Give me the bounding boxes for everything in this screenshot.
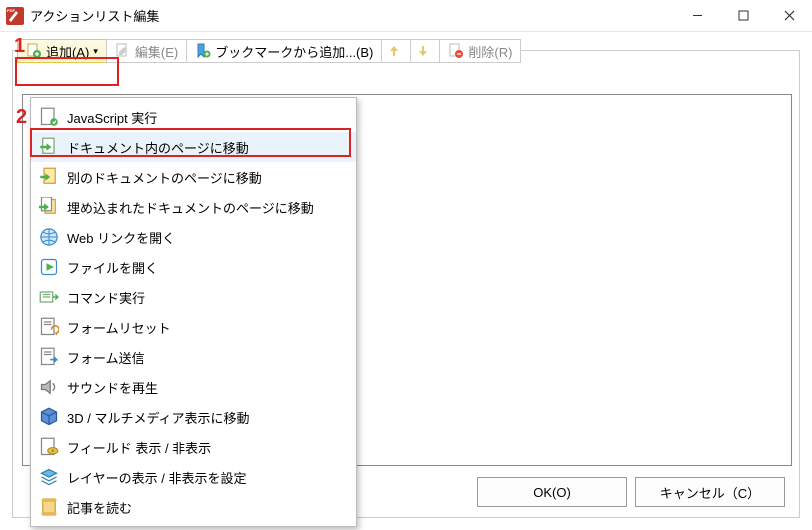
minimize-button[interactable]	[674, 0, 720, 32]
svg-text:PDF: PDF	[7, 8, 16, 13]
menu-item-field-visibility[interactable]: フィールド 表示 / 非表示	[31, 432, 356, 462]
menu-item-form-reset[interactable]: フォームリセット	[31, 312, 356, 342]
menu-item-label: フィールド 表示 / 非表示	[67, 438, 211, 457]
menu-item-run-command[interactable]: コマンド実行	[31, 282, 356, 312]
chevron-down-icon: ▾	[93, 46, 98, 57]
menu-item-label: Web リンクを開く	[67, 228, 175, 247]
field-eye-icon	[39, 437, 59, 457]
add-from-bookmark-label: ブックマークから追加...(B)	[215, 42, 373, 61]
form-reset-icon	[39, 317, 59, 337]
menu-item-label: 埋め込まれたドキュメントのページに移動	[67, 198, 314, 217]
pencil-page-icon	[115, 43, 131, 59]
move-up-button[interactable]	[381, 39, 410, 63]
menu-item-label: フォームリセット	[67, 318, 171, 337]
app-icon: PDF	[6, 7, 24, 25]
menu-item-form-submit[interactable]: フォーム送信	[31, 342, 356, 372]
menu-item-label: レイヤーの表示 / 非表示を設定	[67, 468, 246, 487]
titlebar: PDF アクションリスト編集	[0, 0, 812, 32]
menu-item-goto-embedded-doc[interactable]: 埋め込まれたドキュメントのページに移動	[31, 192, 356, 222]
menu-item-open-file[interactable]: ファイルを開く	[31, 252, 356, 282]
menu-item-goto-page-other-doc[interactable]: 別のドキュメントのページに移動	[31, 162, 356, 192]
cube-icon	[39, 407, 59, 427]
form-submit-icon	[39, 347, 59, 367]
menu-item-label: フォーム送信	[67, 348, 145, 367]
script-icon	[39, 107, 59, 127]
close-button[interactable]	[766, 0, 812, 32]
delete-button[interactable]: 削除(R)	[439, 39, 521, 63]
globe-icon	[39, 227, 59, 247]
delete-button-label: 削除(R)	[468, 42, 512, 61]
menu-item-play-sound[interactable]: サウンドを再生	[31, 372, 356, 402]
menu-item-read-article[interactable]: 記事を読む	[31, 492, 356, 522]
arrow-down-icon	[415, 43, 431, 59]
menu-item-label: 別のドキュメントのページに移動	[67, 168, 262, 187]
menu-item-label: サウンドを再生	[67, 378, 158, 397]
menu-item-open-weblink[interactable]: Web リンクを開く	[31, 222, 356, 252]
menu-item-goto-page-in-doc[interactable]: ドキュメント内のページに移動	[31, 132, 356, 162]
edit-button[interactable]: 編集(E)	[106, 39, 186, 63]
arrow-up-icon	[386, 43, 402, 59]
menu-item-layer-visibility[interactable]: レイヤーの表示 / 非表示を設定	[31, 462, 356, 492]
menu-item-label: コマンド実行	[67, 288, 145, 307]
cancel-button[interactable]: キャンセル（C）	[635, 477, 785, 507]
doc-go-icon	[39, 167, 59, 187]
maximize-button[interactable]	[720, 0, 766, 32]
menu-item-run-javascript[interactable]: JavaScript 実行	[31, 102, 356, 132]
bookmark-plus-icon	[195, 43, 211, 59]
menu-item-label: 記事を読む	[67, 498, 132, 517]
dialog-buttons: OK(O) キャンセル（C）	[477, 477, 785, 507]
plus-page-icon	[26, 43, 42, 59]
menu-item-goto-3d-view[interactable]: 3D / マルチメディア表示に移動	[31, 402, 356, 432]
menu-item-label: JavaScript 実行	[67, 108, 157, 127]
add-from-bookmark-button[interactable]: ブックマークから追加...(B)	[186, 39, 381, 63]
scroll-icon	[39, 497, 59, 517]
add-action-menu: JavaScript 実行 ドキュメント内のページに移動 別のドキュメントのペー…	[30, 97, 357, 527]
toolbar: 追加(A) ▾ 編集(E) ブックマークから追加...(B)	[17, 39, 521, 63]
play-file-icon	[39, 257, 59, 277]
add-button-label: 追加(A)	[46, 42, 89, 61]
minus-page-icon	[448, 43, 464, 59]
command-icon	[39, 287, 59, 307]
edit-button-label: 編集(E)	[135, 42, 178, 61]
menu-item-label: 3D / マルチメディア表示に移動	[67, 408, 250, 427]
speaker-icon	[39, 377, 59, 397]
layers-icon	[39, 467, 59, 487]
menu-item-label: ファイルを開く	[67, 258, 158, 277]
embedded-doc-icon	[39, 197, 59, 217]
menu-item-label: ドキュメント内のページに移動	[67, 138, 249, 157]
ok-button[interactable]: OK(O)	[477, 477, 627, 507]
add-button[interactable]: 追加(A) ▾	[17, 39, 106, 63]
move-down-button[interactable]	[410, 39, 439, 63]
window-title: アクションリスト編集	[30, 6, 159, 25]
page-go-icon	[39, 137, 59, 157]
